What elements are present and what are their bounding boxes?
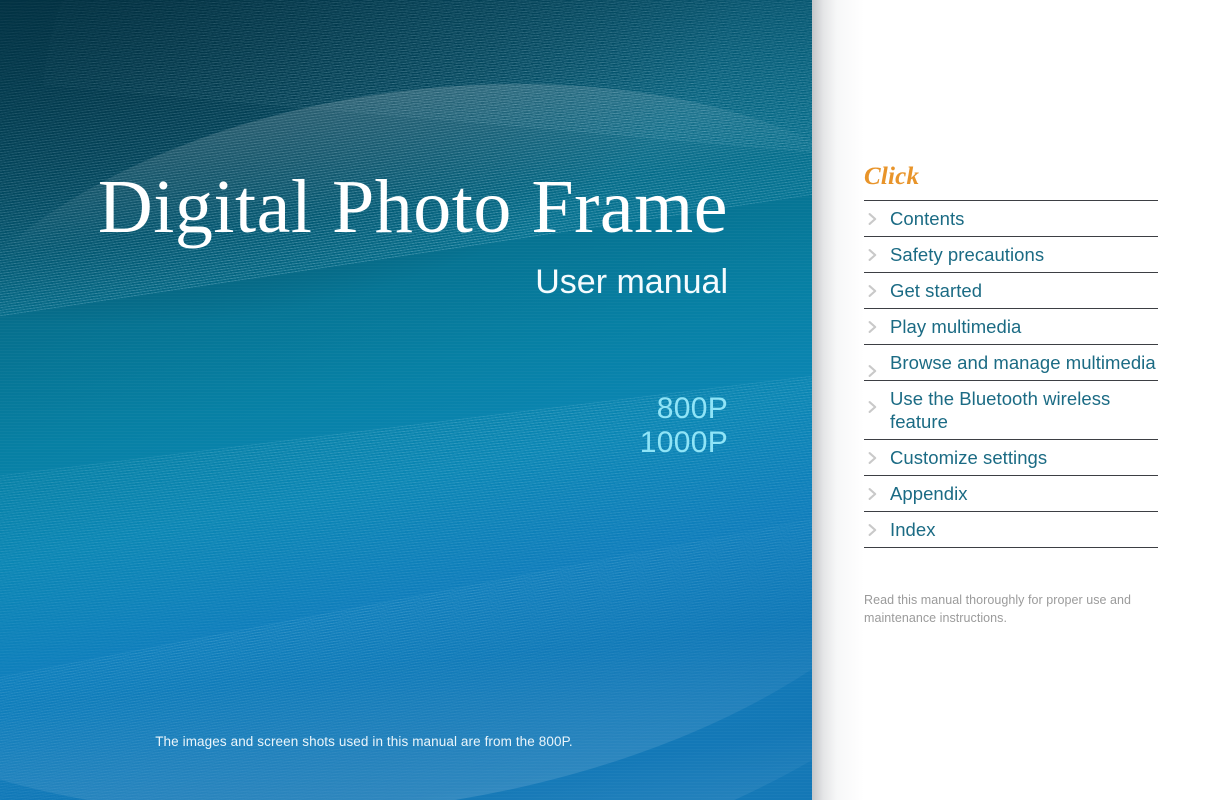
model-number-list: 800P 1000P <box>0 392 728 460</box>
manual-section-list: Contents Safety precautions Get started <box>864 200 1158 548</box>
chevron-right-icon <box>866 212 880 226</box>
list-item-play-multimedia[interactable]: Play multimedia <box>864 308 1158 344</box>
list-item-label: Customize settings <box>890 447 1048 468</box>
cover-edge-shadow <box>812 0 864 800</box>
list-item-index[interactable]: Index <box>864 511 1158 548</box>
list-item-label: Browse and manage multimedia <box>890 352 1156 373</box>
read-manual-note: Read this manual thoroughly for proper u… <box>864 593 1132 625</box>
list-item-label: Use the Bluetooth wireless feature <box>890 388 1111 432</box>
chevron-right-icon <box>866 364 880 378</box>
list-item-get-started[interactable]: Get started <box>864 272 1158 308</box>
chevron-right-icon <box>866 248 880 262</box>
list-item-label: Contents <box>890 208 965 229</box>
chevron-right-icon <box>866 320 880 334</box>
chevron-right-icon <box>866 523 880 537</box>
chevron-right-icon <box>866 400 880 414</box>
list-item-safety-precautions[interactable]: Safety precautions <box>864 236 1158 272</box>
list-item-label: Index <box>890 519 936 540</box>
chevron-right-icon <box>866 284 880 298</box>
list-item-label: Appendix <box>890 483 968 504</box>
list-item-appendix[interactable]: Appendix <box>864 475 1158 511</box>
list-item-label: Get started <box>890 280 983 301</box>
manual-cover-page: Digital Photo Frame User manual 800P 100… <box>0 0 1213 800</box>
model-number-800p: 800P <box>656 392 728 425</box>
list-item-use-the-bluetooth-wireless-feature[interactable]: Use the Bluetooth wireless feature <box>864 380 1158 439</box>
list-item-browse-and-manage-multimedia[interactable]: Browse and manage multimedia <box>864 344 1158 380</box>
list-item-contents[interactable]: Contents <box>864 200 1158 236</box>
model-number-1000p: 1000P <box>639 426 728 459</box>
page-subtitle: User manual <box>535 263 728 301</box>
page-title: Digital Photo Frame <box>97 165 728 249</box>
list-item-label: Safety precautions <box>890 244 1045 265</box>
chevron-right-icon <box>866 451 880 465</box>
list-item-customize-settings[interactable]: Customize settings <box>864 439 1158 475</box>
cover-disclaimer-note: The images and screen shots used in this… <box>155 734 573 749</box>
chevron-right-icon <box>866 487 880 501</box>
index-panel: Click Contents Safety precautions Get st… <box>864 0 1158 800</box>
list-item-label: Play multimedia <box>890 316 1022 337</box>
click-heading: Click <box>864 163 920 190</box>
cover-text-block: Digital Photo Frame User manual 800P 100… <box>0 0 812 800</box>
